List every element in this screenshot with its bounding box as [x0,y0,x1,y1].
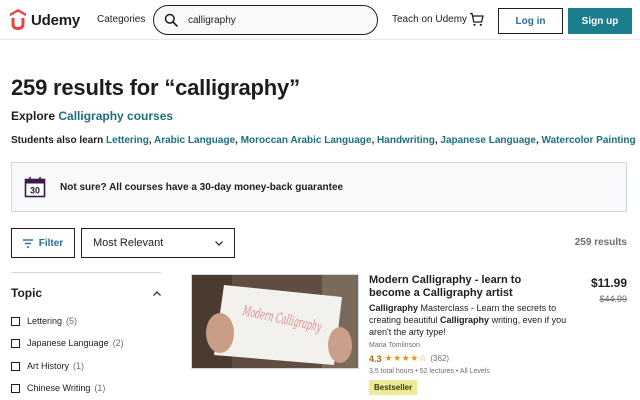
course-thumbnail[interactable]: Modern Calligraphy [191,274,359,369]
topic-option-count: (1) [73,361,85,371]
explore-calligraphy-link[interactable]: Calligraphy courses [58,109,173,123]
course-thumbnail-image: Modern Calligraphy [192,275,358,368]
topic-option-label: Japanese Language [27,338,109,348]
also-learn-link-watercolor[interactable]: Watercolor Painting [542,135,636,146]
explore-line: Explore Calligraphy courses [11,109,173,123]
topic-option-count: (2) [112,338,124,348]
teach-on-udemy-link[interactable]: Teach on Udemy [392,14,467,25]
topic-option-art-history[interactable]: Art History (1) [11,361,84,371]
filter-icon [22,238,33,248]
filter-label: Filter [38,237,64,249]
rating-number: 4.3 [369,353,382,364]
course-price: $11.99 [590,276,627,290]
also-learn-link-moroccan-arabic[interactable]: Moroccan Arabic Language [241,135,372,146]
star-rating-icon: ★★★★☆ [384,353,428,363]
course-rating: 4.3 ★★★★☆ (362) [369,353,449,364]
topic-option-label: Art History [27,361,70,371]
chevron-down-icon [215,240,223,246]
course-meta: 3.5 total hours • 52 lectures • All Leve… [369,368,490,375]
search-bar[interactable] [153,5,378,35]
topic-option-count: (1) [94,383,106,393]
filter-button[interactable]: Filter [11,228,75,258]
chevron-up-icon[interactable] [153,290,161,296]
money-back-banner: 30 Not sure? All courses have a 30-day m… [11,162,627,212]
topic-option-count: (5) [66,316,78,326]
calendar-day: 30 [30,186,40,196]
checkbox[interactable] [11,361,20,371]
udemy-logo[interactable]: Udemy [8,9,80,31]
calendar-icon: 30 [24,177,46,198]
top-header: Udemy Categories Teach on Udemy Log in S… [0,0,640,40]
bestseller-badge: Bestseller [369,380,418,395]
sidebar-divider [11,272,161,273]
topic-title: Topic [11,286,43,300]
students-also-learn: Students also learn Lettering, Arabic La… [11,135,636,146]
topic-option-label: Chinese Writing [27,383,91,393]
topic-filter-header[interactable]: Topic [11,286,161,300]
desc-bold-1: Calligraphy [369,303,419,313]
checkbox[interactable] [11,316,20,326]
also-learn-link-arabic[interactable]: Arabic Language [154,135,235,146]
topic-option-label: Lettering [27,316,63,326]
categories-menu[interactable]: Categories [97,14,145,25]
also-learn-link-lettering[interactable]: Lettering [106,135,149,146]
topic-option-japanese-language[interactable]: Japanese Language (2) [11,338,124,348]
course-original-price: $44.99 [599,294,627,304]
topic-option-lettering[interactable]: Lettering (5) [11,316,77,326]
udemy-logo-icon [10,9,26,30]
search-input[interactable] [188,14,368,26]
logo-text: Udemy [31,11,81,29]
also-learn-link-handwriting[interactable]: Handwriting [377,135,435,146]
also-learn-link-japanese[interactable]: Japanese Language [440,135,536,146]
sort-select[interactable]: Most Relevant [81,228,235,258]
search-icon[interactable] [164,13,178,27]
results-title: 259 results for “calligraphy” [11,75,300,100]
login-button[interactable]: Log in [498,8,563,34]
checkbox[interactable] [11,383,20,393]
cart-icon[interactable] [469,12,484,27]
desc-bold-2: Calligraphy [440,315,490,325]
course-title[interactable]: Modern Calligraphy - learn to become a C… [369,274,564,300]
sort-value: Most Relevant [93,237,164,249]
rating-count: (362) [430,354,450,363]
topic-option-chinese-writing[interactable]: Chinese Writing (1) [11,383,105,393]
results-count: 259 results [574,237,627,248]
checkbox[interactable] [11,338,20,348]
signup-button[interactable]: Sign up [568,8,632,34]
course-description: Calligraphy Masterclass - Learn the secr… [369,302,567,338]
guarantee-text: Not sure? All courses have a 30-day mone… [60,181,344,193]
explore-prefix: Explore [11,109,59,123]
course-author: Maria Tomlinson [369,342,420,349]
also-learn-prefix: Students also learn [11,135,107,146]
